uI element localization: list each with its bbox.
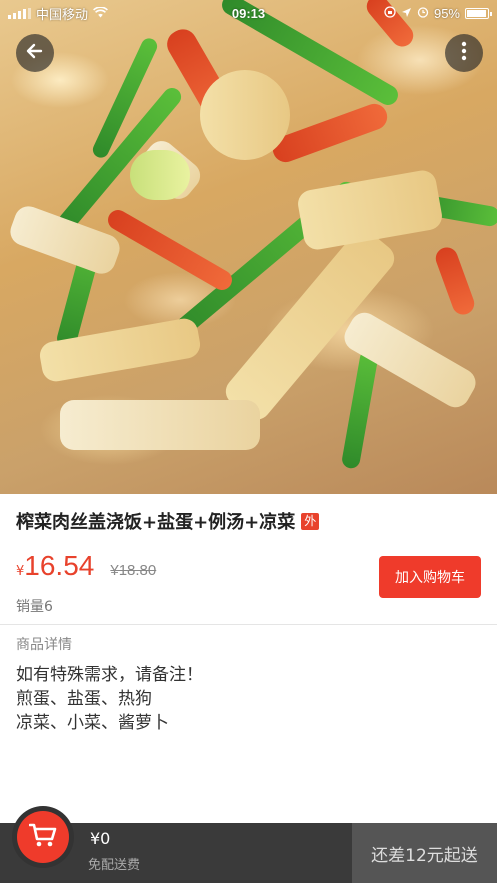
wifi-icon xyxy=(93,5,108,21)
price: 16.54 xyxy=(24,550,95,581)
detail-line: 煎蛋、盐蛋、热狗 xyxy=(16,689,152,709)
status-time: 09:13 xyxy=(231,5,266,21)
takeout-badge: 外 xyxy=(301,512,320,530)
battery-icon xyxy=(465,7,492,19)
more-button[interactable] xyxy=(445,34,483,72)
delivery-fee: 免配送费 xyxy=(88,858,141,873)
back-button[interactable] xyxy=(16,34,54,72)
sales-count: 销量6 xyxy=(16,599,53,615)
more-vertical-icon xyxy=(461,41,467,65)
cart-total: ¥0 xyxy=(90,829,111,848)
divider xyxy=(0,624,497,625)
original-price: ¥18.80 xyxy=(110,562,157,579)
carrier-label: 中国移动 xyxy=(36,6,89,22)
status-bar: 中国移动 09:13 95% xyxy=(0,0,497,26)
product-page: 中国移动 09:13 95% 榨菜肉丝盖浇饭+盐蛋+例汤+凉菜 外 ¥16.54… xyxy=(0,0,497,883)
product-title: 榨菜肉丝盖浇饭+盐蛋+例汤+凉菜 外 xyxy=(16,508,320,534)
cart-icon xyxy=(28,822,57,852)
checkout-button[interactable]: 还差12元起送 xyxy=(352,823,497,883)
detail-line: 如有特殊需求，请备注！ xyxy=(16,665,203,685)
battery-percent: 95% xyxy=(433,5,460,21)
alarm-icon xyxy=(417,6,429,21)
product-image xyxy=(0,0,497,494)
signal-icon xyxy=(8,7,31,19)
detail-line: 凉菜、小菜、酱萝卜 xyxy=(16,713,169,733)
add-to-cart-button[interactable]: 加入购物车 xyxy=(379,556,481,598)
detail-description: 如有特殊需求，请备注！ 煎蛋、盐蛋、热狗 凉菜、小菜、酱萝卜 xyxy=(16,663,203,735)
price-row: ¥16.54 ¥18.80 xyxy=(16,550,156,582)
location-icon xyxy=(401,6,412,21)
detail-section-label: 商品详情 xyxy=(16,637,72,653)
back-arrow-icon xyxy=(25,41,45,65)
product-title-text: 榨菜肉丝盖浇饭+盐蛋+例汤+凉菜 xyxy=(16,512,296,533)
orientation-lock-icon xyxy=(384,5,396,21)
cart-button[interactable] xyxy=(12,806,74,868)
